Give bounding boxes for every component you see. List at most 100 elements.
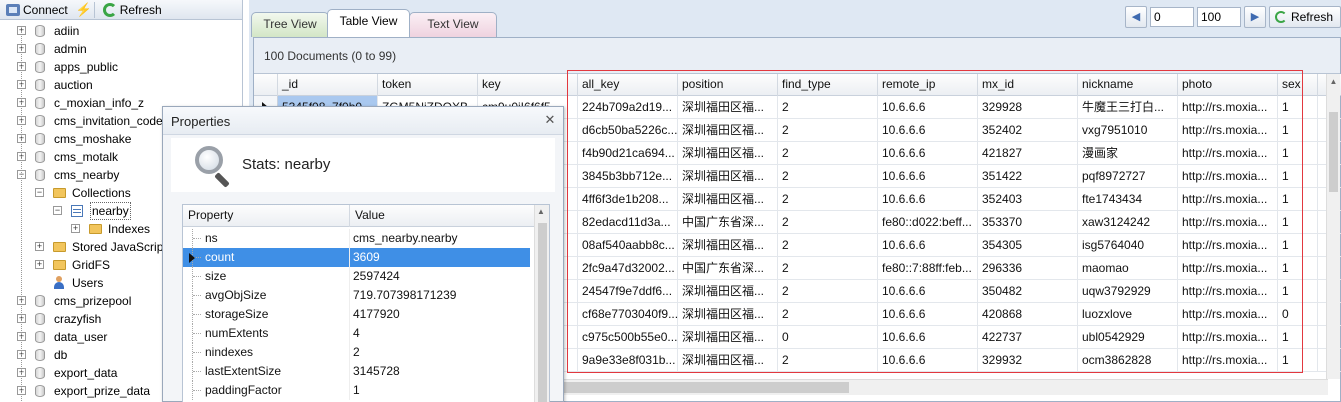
property-row-count[interactable]: count 3609 xyxy=(183,248,535,267)
collapse-icon[interactable]: − xyxy=(53,206,62,215)
cell-photo[interactable]: http://rs.moxia... xyxy=(1178,96,1278,119)
cell-photo[interactable]: http://rs.moxia... xyxy=(1178,326,1278,349)
cell-position[interactable]: 深圳福田区福... xyxy=(678,188,778,211)
property-row-paddingfactor[interactable]: paddingFactor 1 xyxy=(183,381,535,400)
cell-mx-id[interactable]: 329932 xyxy=(978,349,1078,372)
grid-refresh-button[interactable]: Refresh xyxy=(1268,6,1341,28)
property-row-ns[interactable]: ns cms_nearby.nearby xyxy=(183,229,535,248)
cell-remote-ip[interactable]: 10.6.6.6 xyxy=(878,96,978,119)
cell-nickname[interactable]: luozxlove xyxy=(1078,303,1178,326)
cell-all-key[interactable]: 08af540aabb8c... xyxy=(578,234,678,257)
cell-photo[interactable]: http://rs.moxia... xyxy=(1178,142,1278,165)
cell-find-type[interactable]: 2 xyxy=(778,188,878,211)
cell-mx-id[interactable]: 421827 xyxy=(978,142,1078,165)
cell-photo[interactable]: http://rs.moxia... xyxy=(1178,303,1278,326)
cell-photo[interactable]: http://rs.moxia... xyxy=(1178,188,1278,211)
cell-remote-ip[interactable]: 10.6.6.6 xyxy=(878,303,978,326)
cell-position[interactable]: 深圳福田区福... xyxy=(678,349,778,372)
cell-find-type[interactable]: 0 xyxy=(778,326,878,349)
cell-nickname[interactable]: ubl0542929 xyxy=(1078,326,1178,349)
property-row-size[interactable]: size 2597424 xyxy=(183,267,535,286)
vertical-scroll-thumb[interactable] xyxy=(1329,112,1338,192)
column-header-value[interactable]: Value xyxy=(350,205,535,227)
cell-find-type[interactable]: 2 xyxy=(778,280,878,303)
cell-nickname[interactable]: fte1743434 xyxy=(1078,188,1178,211)
property-row-nindexes[interactable]: nindexes 2 xyxy=(183,343,535,362)
cell-remote-ip[interactable]: 10.6.6.6 xyxy=(878,188,978,211)
cell-remote-ip[interactable]: 10.6.6.6 xyxy=(878,142,978,165)
cell-remote-ip[interactable]: 10.6.6.6 xyxy=(878,234,978,257)
properties-scrollbar[interactable]: ▲ xyxy=(534,205,549,402)
cell-sex[interactable]: 1 xyxy=(1278,211,1318,234)
cell-position[interactable]: 深圳福田区福... xyxy=(678,326,778,349)
cell-nickname[interactable]: 漫画家 xyxy=(1078,142,1178,165)
cell-nickname[interactable]: pqf8972727 xyxy=(1078,165,1178,188)
column-header-all-key[interactable]: all_key xyxy=(578,74,678,96)
cell-find-type[interactable]: 2 xyxy=(778,234,878,257)
cell-all-key[interactable]: 224b709a2d19... xyxy=(578,96,678,119)
cell-photo[interactable]: http://rs.moxia... xyxy=(1178,280,1278,303)
tree-item-admin[interactable]: + admin xyxy=(0,40,242,58)
cell-nickname[interactable]: maomao xyxy=(1078,257,1178,280)
cell-position[interactable]: 深圳福田区福... xyxy=(678,280,778,303)
cell-sex[interactable]: 1 xyxy=(1278,326,1318,349)
cell-position[interactable]: 中国广东省深... xyxy=(678,211,778,234)
explorer-refresh-button[interactable]: Refresh xyxy=(99,1,166,19)
column-header-token[interactable]: token xyxy=(378,74,478,96)
property-row-storagesize[interactable]: storageSize 4177920 xyxy=(183,305,535,324)
cell-sex[interactable]: 1 xyxy=(1278,349,1318,372)
cell-remote-ip[interactable]: fe80::7:88ff:feb... xyxy=(878,257,978,280)
property-row-avgobjsize[interactable]: avgObjSize 719.707398171239 xyxy=(183,286,535,305)
property-row-numextents[interactable]: numExtents 4 xyxy=(183,324,535,343)
cell-mx-id[interactable]: 420868 xyxy=(978,303,1078,326)
connect-button[interactable]: Connect xyxy=(2,1,72,19)
column-header--id[interactable]: _id xyxy=(278,74,378,96)
cell-all-key[interactable]: 82edacd11d3a... xyxy=(578,211,678,234)
cell-find-type[interactable]: 2 xyxy=(778,257,878,280)
column-header-remote-ip[interactable]: remote_ip xyxy=(878,74,978,96)
expand-icon[interactable]: + xyxy=(35,242,44,251)
cell-nickname[interactable]: isg5764040 xyxy=(1078,234,1178,257)
cell-nickname[interactable]: uqw3792929 xyxy=(1078,280,1178,303)
tab-text-view[interactable]: Text View xyxy=(409,12,497,37)
cell-position[interactable]: 深圳福田区福... xyxy=(678,165,778,188)
tab-tree-view[interactable]: Tree View xyxy=(251,12,329,37)
cell-all-key[interactable]: f4b90d21ca694... xyxy=(578,142,678,165)
cell-all-key[interactable]: 4ff6f3de1b208... xyxy=(578,188,678,211)
cell-sex[interactable]: 0 xyxy=(1278,303,1318,326)
tree-item-adiin[interactable]: + adiin xyxy=(0,22,242,40)
column-header-position[interactable]: position xyxy=(678,74,778,96)
limit-input[interactable] xyxy=(1196,7,1241,27)
cell-nickname[interactable]: ocm3862828 xyxy=(1078,349,1178,372)
scroll-up-icon[interactable]: ▲ xyxy=(537,207,545,216)
cell-remote-ip[interactable]: 10.6.6.6 xyxy=(878,280,978,303)
cell-sex[interactable]: 1 xyxy=(1278,142,1318,165)
next-page-button[interactable]: ▶ xyxy=(1243,6,1266,28)
cell-all-key[interactable]: 3845b3bb712e... xyxy=(578,165,678,188)
column-header-key[interactable]: key xyxy=(478,74,578,96)
cell-mx-id[interactable]: 353370 xyxy=(978,211,1078,234)
cell-all-key[interactable]: cf68e7703040f9... xyxy=(578,303,678,326)
cell-photo[interactable]: http://rs.moxia... xyxy=(1178,257,1278,280)
cell-find-type[interactable]: 2 xyxy=(778,303,878,326)
cell-photo[interactable]: http://rs.moxia... xyxy=(1178,119,1278,142)
column-header-property[interactable]: Property xyxy=(183,205,350,227)
grid-vertical-scrollbar[interactable]: ▲ xyxy=(1326,74,1340,379)
tree-item-apps-public[interactable]: + apps_public xyxy=(0,58,242,76)
tree-item-auction[interactable]: + auction xyxy=(0,76,242,94)
cell-remote-ip[interactable]: 10.6.6.6 xyxy=(878,119,978,142)
cell-mx-id[interactable]: 354305 xyxy=(978,234,1078,257)
cell-photo[interactable]: http://rs.moxia... xyxy=(1178,211,1278,234)
cell-find-type[interactable]: 2 xyxy=(778,96,878,119)
cell-nickname[interactable]: 牛魔王三打白... xyxy=(1078,96,1178,119)
scroll-up-icon[interactable]: ▲ xyxy=(1328,76,1339,88)
cell-sex[interactable]: 1 xyxy=(1278,96,1318,119)
cell-position[interactable]: 深圳福田区福... xyxy=(678,119,778,142)
cell-find-type[interactable]: 2 xyxy=(778,119,878,142)
cell-photo[interactable]: http://rs.moxia... xyxy=(1178,165,1278,188)
cell-position[interactable]: 中国广东省深... xyxy=(678,257,778,280)
cell-position[interactable]: 深圳福田区福... xyxy=(678,303,778,326)
column-header-mx-id[interactable]: mx_id xyxy=(978,74,1078,96)
cell-all-key[interactable]: d6cb50ba5226c... xyxy=(578,119,678,142)
properties-scroll-thumb[interactable] xyxy=(538,223,547,402)
